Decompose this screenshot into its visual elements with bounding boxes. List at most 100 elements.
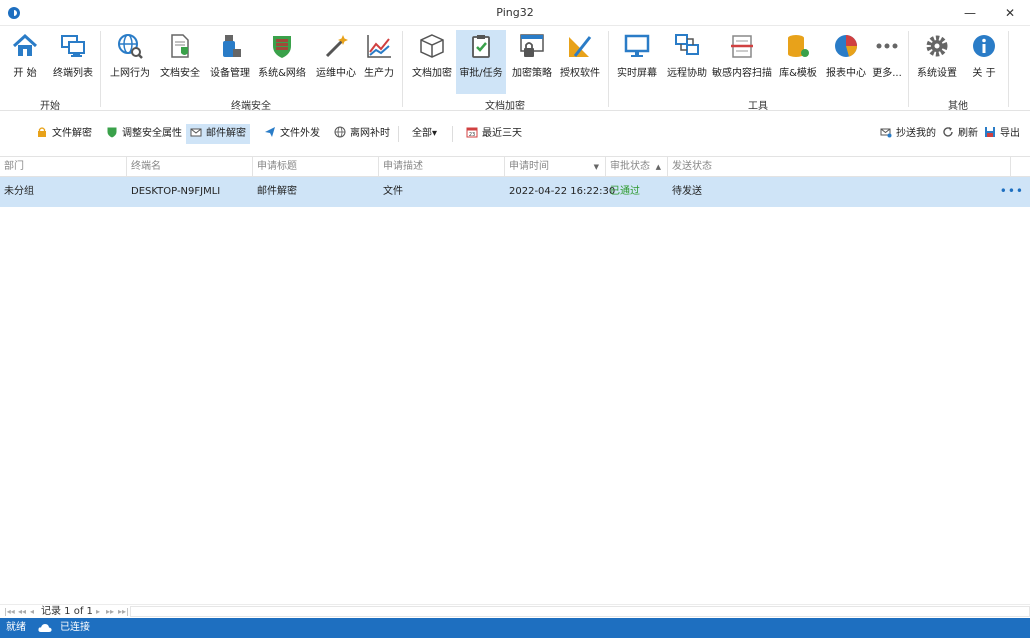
offline-extend-button[interactable]: 离网补时 [330, 124, 394, 144]
lock-icon [38, 127, 46, 137]
minimize-button[interactable]: — [950, 0, 990, 26]
cloud-icon [38, 624, 52, 632]
ribbon-group-separator [402, 31, 403, 107]
ribbon-web-behavior-button[interactable]: 上网行为 [106, 30, 154, 92]
action-toolbar: 文件解密 调整安全属性 邮件解密 文件外发 离网补时 全部▾ 23 最近三天 抄… [0, 112, 1030, 156]
cc-me-button[interactable]: 抄送我的 [876, 124, 940, 144]
next-page-button[interactable]: ▸▸ [106, 605, 114, 618]
ribbon-realtime-screen-button[interactable]: 实时屏幕 [614, 30, 660, 92]
date-range-filter[interactable]: 23 最近三天 [462, 124, 526, 144]
column-header-department[interactable]: 部门 [0, 157, 127, 177]
calendar-day-label: 23 [469, 132, 475, 138]
status-bar: 就绪 已连接 [0, 618, 1030, 638]
clipboard-check-icon [472, 35, 490, 58]
title-bar: Ping32 — ✕ [0, 0, 1030, 26]
ribbon-document-security-button[interactable]: 文档安全 [156, 30, 204, 92]
ribbon-library-template-button[interactable]: 库&模板 [776, 30, 820, 92]
column-header-request-time[interactable]: 申请时间 ▼ [505, 157, 606, 177]
column-header-terminal[interactable]: 终端名 [127, 157, 253, 177]
ribbon-device-management-button[interactable]: 设备管理 [206, 30, 254, 92]
cell-request-desc: 文件 [383, 186, 403, 197]
cell-request-time: 2022-04-22 16:22:30 [509, 186, 616, 197]
ribbon-report-center-button[interactable]: 报表中心 [824, 30, 868, 92]
next-record-button[interactable]: ▸ [96, 605, 100, 618]
ribbon-authorized-software-button[interactable]: 授权软件 [558, 30, 602, 92]
mail-icon [190, 128, 202, 137]
send-icon [265, 127, 275, 137]
ribbon-remote-assist-button[interactable]: 远程协助 [664, 30, 710, 92]
adjust-security-button[interactable]: 调整安全属性 [102, 124, 186, 144]
ribbon-group-separator [608, 31, 609, 107]
file-decrypt-button[interactable]: 文件解密 [32, 124, 96, 144]
info-icon [973, 35, 995, 57]
ribbon-more-button[interactable]: 更多... [870, 30, 904, 92]
table-header: 部门 终端名 申请标题 申请描述 申请时间 ▼ 审批状态 ▲ 发送状态 [0, 157, 1030, 177]
ribbon-system-settings-button[interactable]: 系统设置 [914, 30, 960, 92]
ribbon-sensitive-scan-button[interactable]: 敏感内容扫描 [712, 30, 772, 92]
status-filter-dropdown[interactable]: 全部▾ [408, 124, 441, 144]
home-icon [12, 33, 38, 56]
lock-window-icon [520, 34, 544, 57]
table-row[interactable]: 未分组 DESKTOP-N9FJMLI 邮件解密 文件 2022-04-22 1… [0, 177, 1030, 207]
firewall-shield-icon [273, 36, 291, 58]
toolbar-separator [452, 126, 453, 142]
cc-mail-icon [880, 128, 892, 138]
record-indicator: 记录 1 of 1 [41, 606, 93, 617]
cell-request-title: 邮件解密 [257, 186, 297, 197]
file-outgoing-button[interactable]: 文件外发 [260, 124, 324, 144]
usb-device-icon [223, 35, 241, 57]
mail-decrypt-button[interactable]: 邮件解密 [186, 124, 250, 144]
ribbon-about-button[interactable]: 关 于 [964, 30, 1004, 92]
refresh-button[interactable]: 刷新 [938, 124, 982, 144]
sort-asc-icon: ▲ [655, 163, 661, 171]
column-header-send-status[interactable]: 发送状态 [668, 157, 1011, 177]
row-more-button[interactable]: ••• [1000, 177, 1024, 205]
cell-terminal: DESKTOP-N9FJMLI [131, 186, 221, 197]
first-page-button[interactable]: |◂◂ [4, 605, 15, 618]
globe-icon [334, 126, 346, 138]
ribbon-group-tools: 工具 [748, 101, 768, 112]
remote-network-icon [675, 34, 699, 55]
globe-search-icon [118, 34, 143, 59]
database-icon [788, 35, 809, 57]
column-header-approval-status[interactable]: 审批状态 ▲ [606, 157, 668, 177]
toolbar-separator [398, 126, 399, 142]
prev-page-button[interactable]: ◂◂ [18, 605, 26, 618]
ribbon-approval-task-button[interactable]: 审批/任务 [456, 30, 506, 94]
horizontal-scrollbar[interactable] [130, 606, 1030, 617]
ribbon-group-start: 开始 [40, 101, 60, 112]
line-chart-icon [367, 35, 391, 58]
ribbon-productivity-button[interactable]: 生产力 [362, 30, 396, 92]
calendar-icon: 23 [466, 127, 478, 138]
ruler-pencil-icon [569, 36, 592, 57]
last-page-button[interactable]: ▸▸| [118, 605, 129, 618]
refresh-icon [943, 127, 953, 137]
ribbon-group-endpoint-security: 终端安全 [231, 101, 271, 112]
ribbon-group-separator [100, 31, 101, 107]
prev-record-button[interactable]: ◂ [30, 605, 34, 618]
connection-status: 已连接 [60, 622, 90, 633]
cell-send-status: 待发送 [672, 186, 702, 197]
column-header-request-desc[interactable]: 申请描述 [379, 157, 505, 177]
column-header-request-title[interactable]: 申请标题 [253, 157, 379, 177]
export-button[interactable]: 导出 [980, 124, 1024, 144]
ribbon-ops-center-button[interactable]: 运维中心 [312, 30, 360, 92]
status-ready: 就绪 [6, 622, 26, 633]
ribbon-terminal-list-button[interactable]: 终端列表 [50, 30, 96, 92]
window-title: Ping32 [496, 6, 534, 19]
ribbon-system-network-button[interactable]: 系统&网络 [256, 30, 308, 92]
sort-desc-icon: ▼ [593, 163, 599, 171]
ribbon-group-separator [1008, 31, 1009, 107]
ribbon-group-other: 其他 [948, 101, 968, 112]
approval-table: 部门 终端名 申请标题 申请描述 申请时间 ▼ 审批状态 ▲ 发送状态 未分组 DE… [0, 156, 1030, 604]
shield-icon [107, 127, 117, 138]
ribbon-document-encryption-button[interactable]: 文档加密 [408, 30, 456, 92]
gear-icon [926, 35, 948, 57]
ribbon-start-button[interactable]: 开 始 [6, 30, 44, 92]
ribbon-encryption-policy-button[interactable]: 加密策略 [510, 30, 554, 92]
close-button[interactable]: ✕ [990, 0, 1030, 26]
ribbon: 开 始 终端列表 开始 上网行为 文档安全 设备管理 系统&网络 运维中心 生产… [0, 27, 1030, 112]
scan-document-icon [731, 35, 753, 58]
cell-approval-status: 已通过 [610, 186, 640, 197]
ribbon-group-separator [908, 31, 909, 107]
